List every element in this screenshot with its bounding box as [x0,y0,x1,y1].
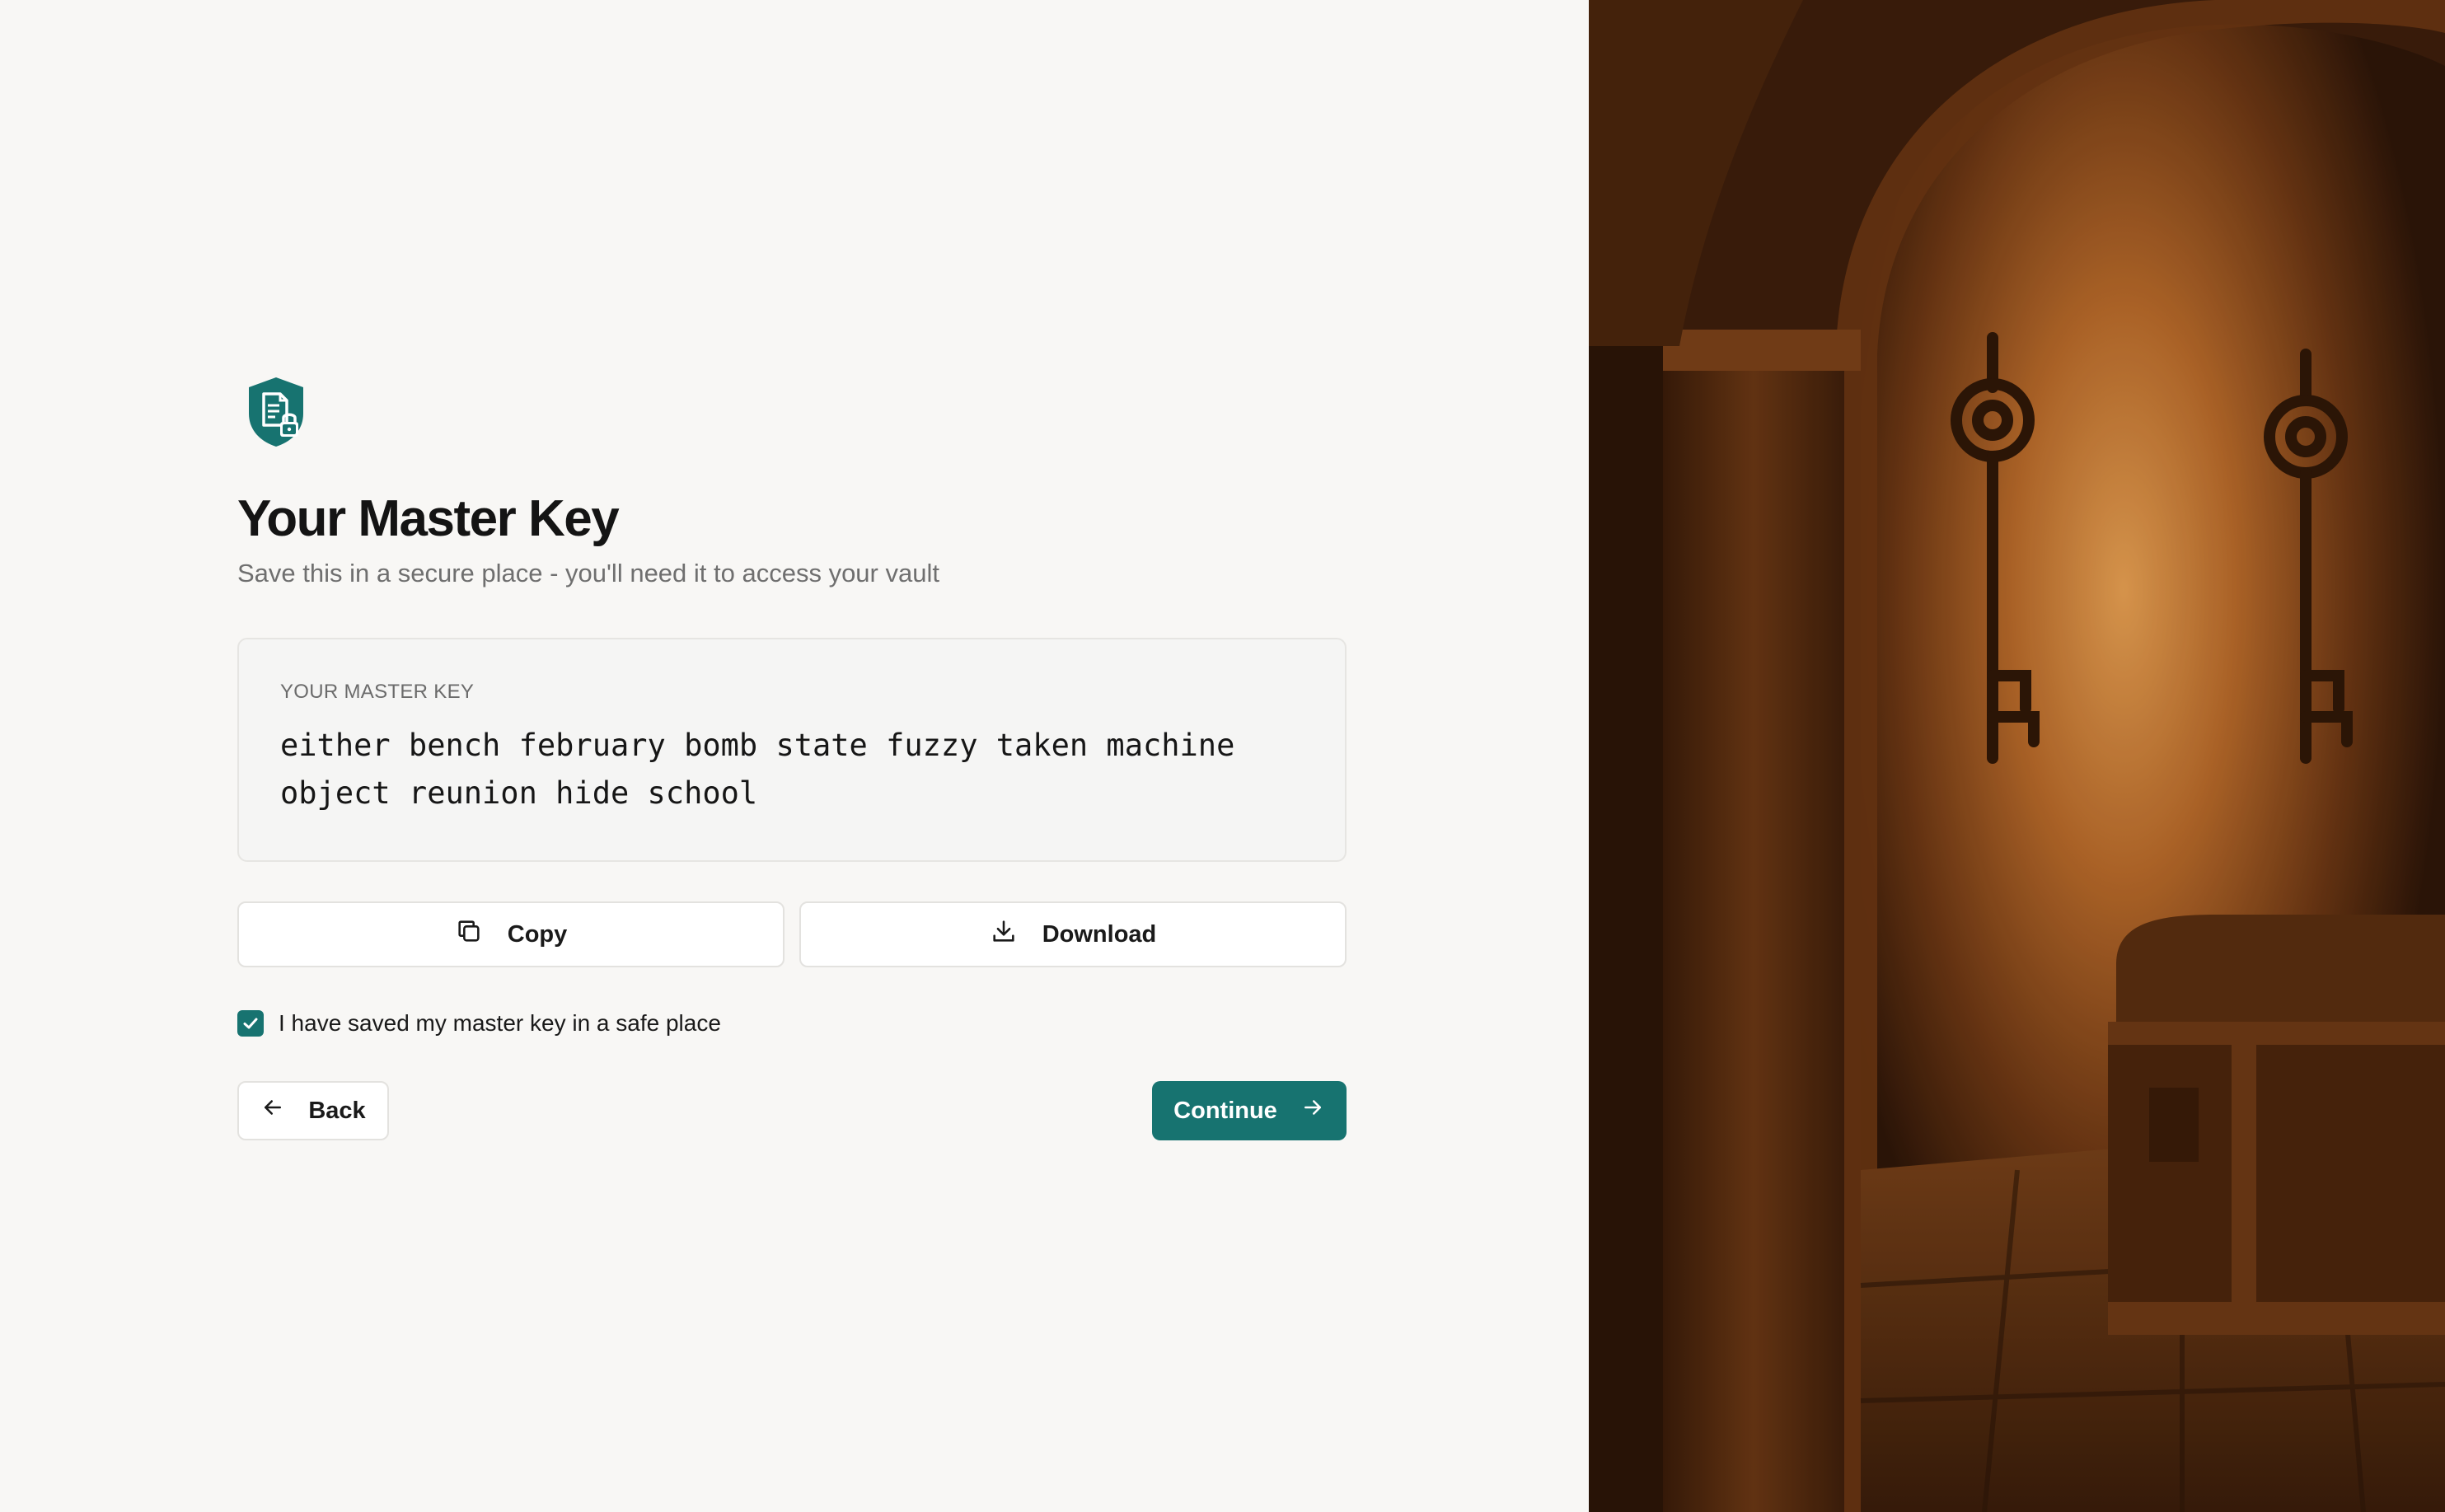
continue-label: Continue [1173,1097,1277,1124]
master-key-phrase[interactable]: either bench february bomb state fuzzy t… [280,722,1269,817]
page-title: Your Master Key [237,490,620,547]
master-key-label: YOUR MASTER KEY [280,681,475,703]
back-button[interactable]: Back [237,1081,389,1140]
arrow-left-icon [260,1095,285,1126]
copy-button[interactable]: Copy [237,901,785,967]
checkmark-icon [243,1018,258,1029]
copy-icon [455,917,483,952]
save-confirmation: I have saved my master key in a safe pla… [237,1010,721,1037]
download-icon [990,917,1018,952]
download-button[interactable]: Download [799,901,1347,967]
master-key-box: YOUR MASTER KEY either bench february bo… [237,638,1347,862]
arrow-right-icon [1300,1095,1325,1126]
shield-document-lock-icon [246,376,307,448]
copy-label: Copy [507,920,568,948]
back-label: Back [308,1097,366,1124]
form-panel: Your Master Key Save this in a secure pl… [0,0,1589,1512]
master-key-page: Your Master Key Save this in a secure pl… [0,0,2445,1512]
page-subtitle: Save this in a secure place - you'll nee… [237,559,939,587]
vault-illustration [1589,0,2445,1512]
download-label: Download [1042,920,1157,948]
save-confirmation-checkbox[interactable] [237,1010,264,1037]
save-confirmation-label[interactable]: I have saved my master key in a safe pla… [279,1010,721,1037]
continue-button[interactable]: Continue [1152,1081,1347,1140]
